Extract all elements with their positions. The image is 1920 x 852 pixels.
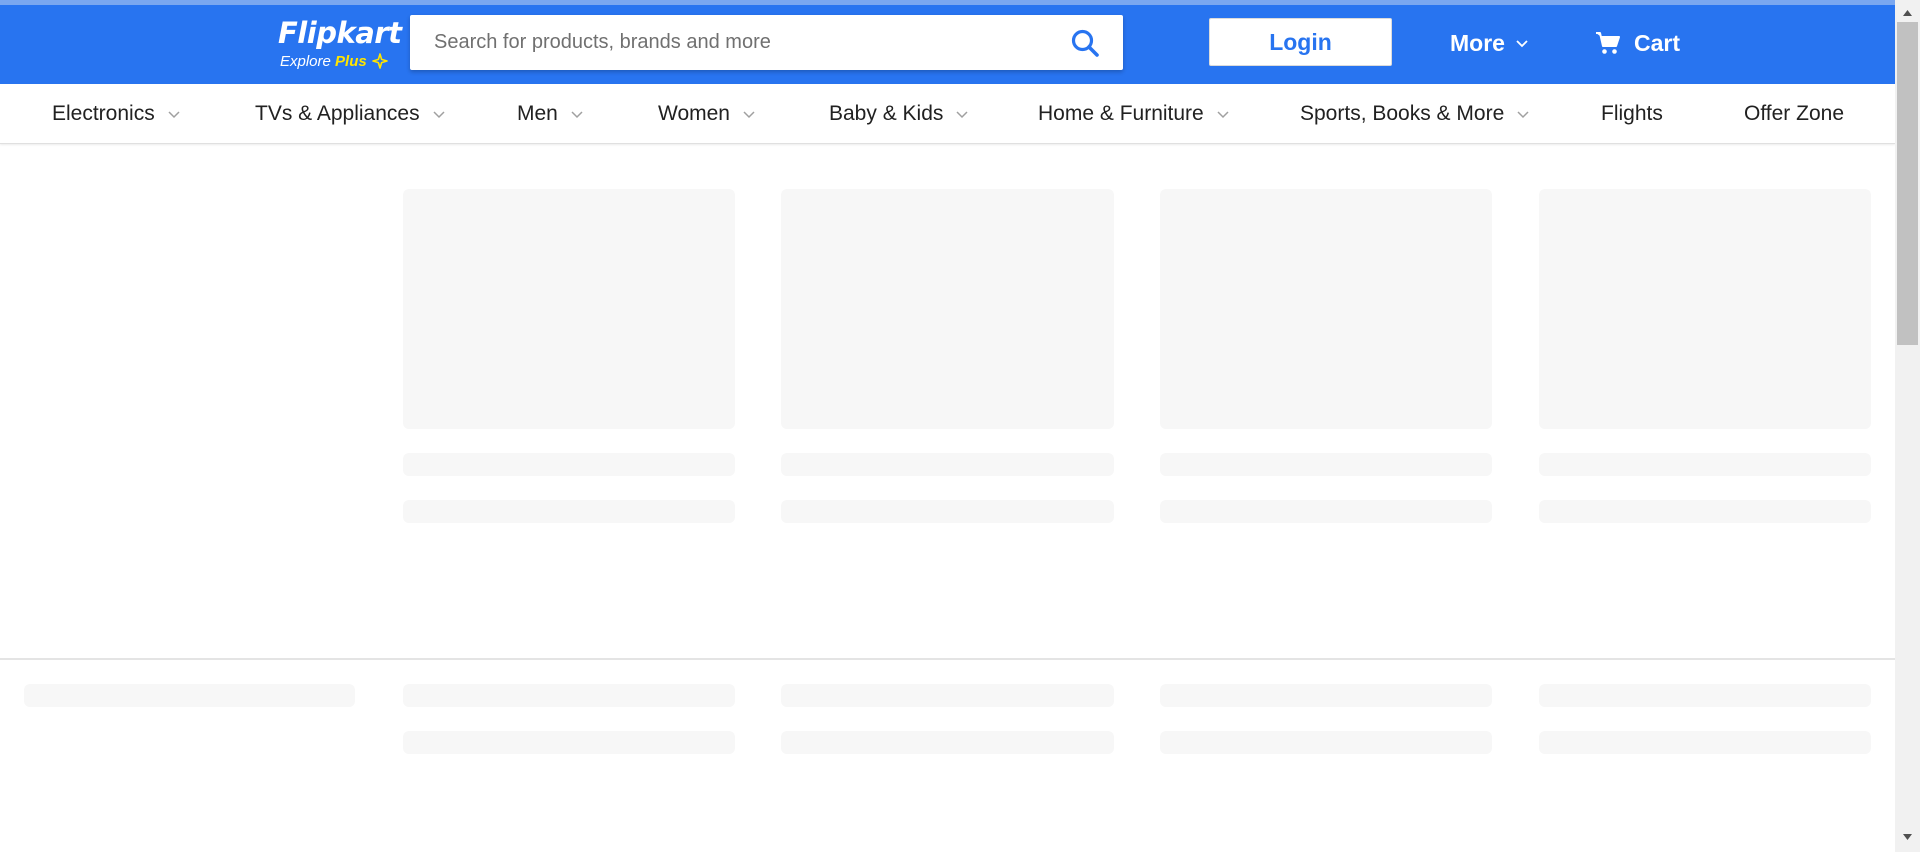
category-nav: Electronics TVs & Appliances Men Women B… [0,84,1895,144]
cart-button[interactable]: Cart [1595,27,1680,59]
logo-subtitle: Explore Plus [280,53,367,71]
category-label: Electronics [52,102,155,125]
category-label: Offer Zone [1744,102,1844,125]
skeleton-line [403,684,735,707]
skeleton-line [1160,500,1492,523]
skeleton-line [403,500,735,523]
category-flights[interactable]: Flights [1601,84,1663,144]
category-label: Women [658,102,730,125]
skeleton-line [1539,453,1871,476]
cart-icon [1596,32,1620,54]
skeleton-line [781,500,1114,523]
skeleton-line [24,684,355,707]
plus-star-icon [372,53,388,69]
flipkart-logo[interactable]: Flipkart Explore Plus [278,15,402,73]
section-divider [0,658,1895,660]
chevron-down-icon [743,111,755,119]
skeleton-card-image [403,189,735,429]
category-label: Sports, Books & More [1300,102,1505,125]
category-tvs-appliances[interactable]: TVs & Appliances [255,84,446,144]
scroll-up-arrow-icon[interactable] [1895,6,1920,20]
skeleton-line [1539,500,1871,523]
skeleton-card-image [1539,189,1871,429]
category-label: Baby & Kids [829,102,944,125]
chevron-down-icon [1517,111,1529,119]
chevron-down-icon [168,111,180,119]
category-sports-books-more[interactable]: Sports, Books & More [1300,84,1530,144]
more-menu[interactable]: More [1450,27,1529,59]
skeleton-card-image [781,189,1114,429]
skeleton-line [781,453,1114,476]
chevron-down-icon [433,111,445,119]
category-electronics[interactable]: Electronics [52,84,181,144]
category-label: Home & Furniture [1038,102,1204,125]
skeleton-card-image [1160,189,1492,429]
vertical-scrollbar[interactable] [1895,0,1920,852]
login-button[interactable]: Login [1209,18,1392,66]
category-label: Flights [1601,102,1663,125]
category-home-furniture[interactable]: Home & Furniture [1038,84,1230,144]
logo-plus: Plus [335,53,367,70]
search-bar [410,15,1123,70]
skeleton-line [781,684,1114,707]
category-offer-zone[interactable]: Offer Zone [1744,84,1844,144]
category-women[interactable]: Women [658,84,756,144]
category-men[interactable]: Men [517,84,584,144]
chevron-down-icon [1217,111,1229,119]
category-baby-kids[interactable]: Baby & Kids [829,84,969,144]
skeleton-line [1160,684,1492,707]
more-label: More [1450,29,1505,56]
skeleton-line [403,453,735,476]
category-label: Men [517,102,558,125]
scrollbar-thumb[interactable] [1897,22,1918,345]
chevron-down-icon [956,111,968,119]
cart-label: Cart [1634,29,1681,56]
logo-title: Flipkart [278,16,402,50]
logo-explore: Explore [280,53,331,70]
skeleton-line [403,731,735,754]
chevron-down-icon [571,111,583,119]
page: Flipkart Explore Plus Login More [0,0,1920,852]
skeleton-line [1539,731,1871,754]
search-icon[interactable] [1070,28,1100,58]
site-header: Flipkart Explore Plus Login More [0,5,1895,84]
scroll-down-arrow-icon[interactable] [1895,830,1920,844]
skeleton-line [1160,453,1492,476]
skeleton-line [1160,731,1492,754]
search-input[interactable] [410,15,1050,70]
chevron-down-icon [1516,40,1528,48]
category-label: TVs & Appliances [255,102,420,125]
skeleton-line [1539,684,1871,707]
skeleton-line [781,731,1114,754]
